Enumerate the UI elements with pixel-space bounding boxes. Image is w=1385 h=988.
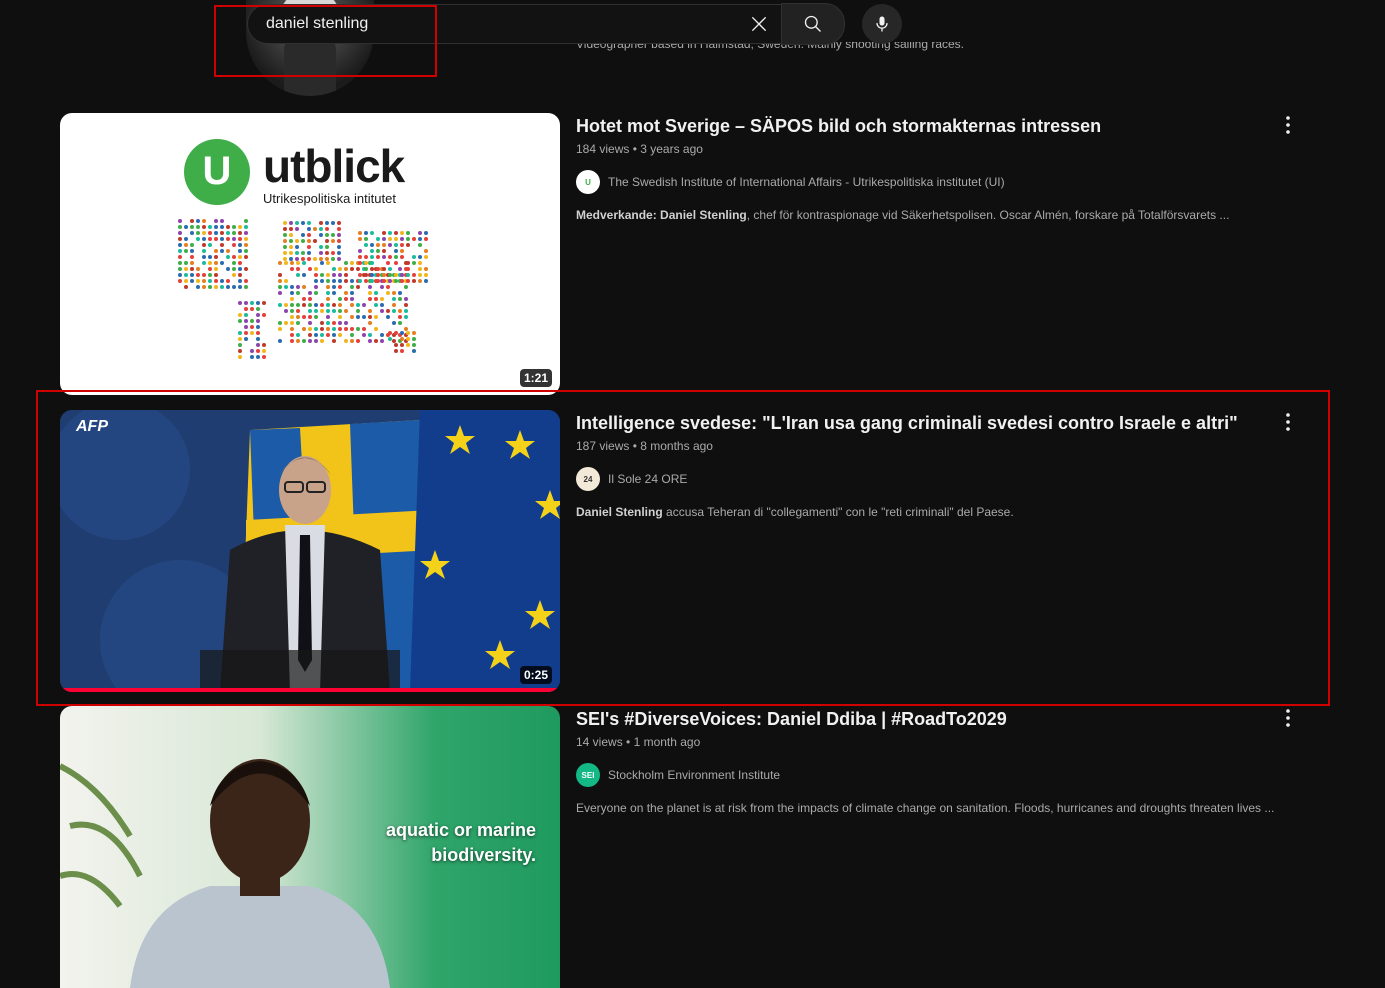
more-actions-button[interactable] — [1276, 706, 1300, 730]
video-title[interactable]: Hotet mot Sverige – SÄPOS bild och storm… — [576, 113, 1266, 139]
video-title[interactable]: SEI's #DiverseVoices: Daniel Ddiba | #Ro… — [576, 706, 1266, 732]
channel-avatar[interactable]: SEI — [576, 763, 600, 787]
video-result: AFP 0:25 Intelligence svedese: "L'Iran u… — [60, 410, 1310, 692]
search-input[interactable] — [264, 14, 708, 34]
more-vert-icon — [1286, 116, 1290, 134]
search-field[interactable] — [247, 4, 781, 44]
search-button[interactable] — [781, 3, 845, 45]
more-actions-button[interactable] — [1276, 410, 1300, 434]
video-thumbnail[interactable]: U utblick Utrikespolitiska intitutet 1:2… — [60, 113, 560, 395]
watch-progress-bar — [60, 688, 560, 692]
channel-avatar[interactable]: 24 — [576, 467, 600, 491]
video-meta: 187 views • 8 months ago — [576, 439, 713, 453]
clear-search-button[interactable] — [743, 8, 775, 40]
more-vert-icon — [1286, 413, 1290, 431]
channel-name[interactable]: The Swedish Institute of International A… — [608, 175, 1005, 189]
channel-name[interactable]: Stockholm Environment Institute — [608, 768, 780, 782]
channel-avatar[interactable]: U — [576, 170, 600, 194]
voice-search-button[interactable] — [862, 4, 902, 44]
video-title[interactable]: Intelligence svedese: "L'Iran usa gang c… — [576, 410, 1266, 436]
channel-row[interactable]: 24 Il Sole 24 ORE — [576, 467, 1266, 491]
video-result: U utblick Utrikespolitiska intitutet 1:2… — [60, 113, 1310, 395]
close-icon — [751, 16, 767, 32]
channel-row[interactable]: SEI Stockholm Environment Institute — [576, 763, 1266, 787]
video-thumbnail[interactable]: aquatic or marine biodiversity. — [60, 706, 560, 988]
thumbnail-caption: aquatic or marine biodiversity. — [385, 820, 536, 865]
search-bar — [247, 3, 845, 45]
thumbnail-brand-logo: AFP — [76, 418, 108, 435]
video-meta: 184 views • 3 years ago — [576, 142, 703, 156]
world-map-dots — [178, 219, 428, 359]
video-duration: 1:21 — [519, 369, 552, 387]
channel-name[interactable]: Il Sole 24 ORE — [608, 472, 687, 486]
search-icon — [804, 15, 821, 32]
video-description: Daniel Stenling accusa Teheran di "colle… — [576, 505, 1014, 519]
channel-row[interactable]: U The Swedish Institute of International… — [576, 170, 1266, 194]
microphone-icon — [876, 16, 888, 32]
video-meta: 14 views • 1 month ago — [576, 735, 701, 749]
more-actions-button[interactable] — [1276, 113, 1300, 137]
video-thumbnail[interactable]: AFP 0:25 — [60, 410, 560, 692]
video-description: Everyone on the planet is at risk from t… — [576, 801, 1275, 815]
more-vert-icon — [1286, 709, 1290, 727]
video-description: Medverkande: Daniel Stenling, chef för k… — [576, 208, 1230, 222]
video-result: aquatic or marine biodiversity. SEI's #Di… — [60, 706, 1310, 988]
press-conference-scene — [60, 410, 560, 692]
video-duration: 0:25 — [519, 666, 552, 684]
